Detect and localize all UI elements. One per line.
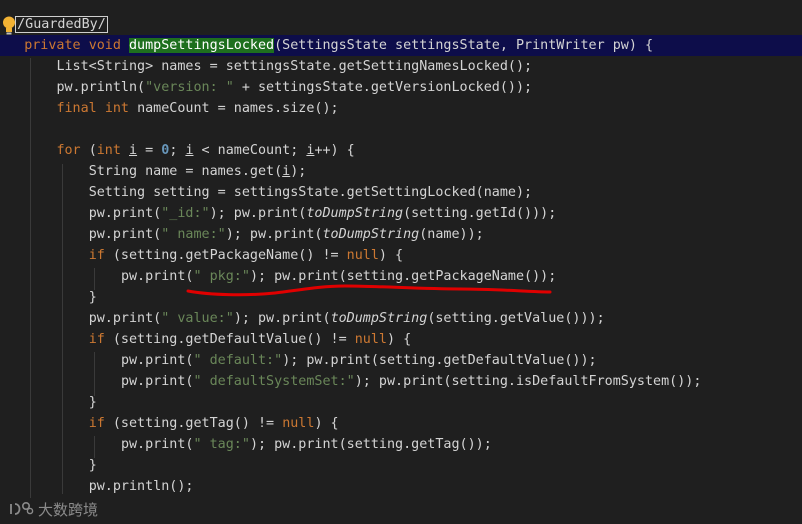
- code-line: }: [0, 287, 802, 308]
- string-literal: "_id:": [161, 206, 210, 221]
- code-text: ); pw.print(: [225, 227, 323, 242]
- code-text: (SettingsState settingsState, PrintWrite…: [274, 38, 654, 53]
- code-line: pw.println("version: " + settingsState.g…: [0, 77, 802, 98]
- static-method: toDumpString: [322, 227, 420, 242]
- code-line: if (setting.getTag() != null) {: [0, 413, 802, 434]
- code-text: pw.print(: [120, 437, 194, 452]
- code-text: pw.println(: [56, 80, 146, 95]
- code-text: (setting.getId()));: [403, 206, 557, 221]
- keyword: private: [24, 38, 89, 53]
- code-text: =: [137, 143, 162, 158]
- code-line: /GuardedBy/: [0, 14, 802, 35]
- string-literal: " value:": [161, 311, 234, 326]
- code-text: pw.print(: [88, 311, 162, 326]
- variable: i: [129, 143, 138, 158]
- code-text: ); pw.print(setting.getTag());: [249, 437, 492, 452]
- keyword: null: [282, 416, 315, 431]
- code-line: pw.print(" name:"); pw.print(toDumpStrin…: [0, 224, 802, 245]
- static-method: toDumpString: [330, 311, 428, 326]
- code-text: String name = names.get(: [88, 164, 283, 179]
- string-literal: " defaultSystemSet:": [193, 374, 355, 389]
- code-text: (name));: [419, 227, 484, 242]
- string-literal: " default:": [193, 353, 283, 368]
- code-text: ); pw.print(setting.getDefaultValue());: [282, 353, 597, 368]
- code-line: pw.print(" pkg:"); pw.print(setting.getP…: [0, 266, 802, 287]
- code-line: final int nameCount = names.size();: [0, 98, 802, 119]
- code-text: ++) {: [314, 143, 355, 158]
- code-line: List<String> names = settingsState.getSe…: [0, 56, 802, 77]
- keyword: if: [88, 248, 113, 263]
- code-text: ;: [169, 143, 186, 158]
- keyword: null: [346, 248, 379, 263]
- code-line: pw.println();: [0, 476, 802, 497]
- code-text: ) {: [314, 416, 339, 431]
- code-text: ) {: [378, 248, 404, 263]
- code-line-current: private void dumpSettingsLocked(Settings…: [0, 35, 802, 56]
- code-text: ); pw.print(: [233, 311, 331, 326]
- watermark: 大数跨境: [8, 498, 98, 520]
- code-line: pw.print(" default:"); pw.print(setting.…: [0, 350, 802, 371]
- keyword: int: [104, 101, 138, 116]
- keyword: null: [354, 332, 387, 347]
- keyword: if: [88, 416, 113, 431]
- code-text: ); pw.print(setting.isDefaultFromSystem(…: [354, 374, 702, 389]
- code-line: }: [0, 392, 802, 413]
- code-text: }: [88, 290, 97, 305]
- code-text: pw.print(: [120, 353, 194, 368]
- keyword: void: [88, 38, 129, 53]
- code-text: (setting.getDefaultValue() !=: [112, 332, 355, 347]
- annotation: /GuardedBy/: [15, 16, 108, 33]
- code-text: (setting.getTag() !=: [112, 416, 283, 431]
- method-name[interactable]: dumpSettingsLocked: [129, 38, 275, 53]
- code-line: for (int i = 0; i < nameCount; i++) {: [0, 140, 802, 161]
- code-text: ); pw.print(: [209, 206, 307, 221]
- code-text: (setting.getValue()));: [427, 311, 605, 326]
- code-text: pw.print(: [120, 374, 194, 389]
- code-text: Setting setting = settingsState.getSetti…: [88, 185, 533, 200]
- code-line: if (setting.getDefaultValue() != null) {: [0, 329, 802, 350]
- string-literal: " pkg:": [193, 269, 250, 284]
- code-text: (setting.getPackageName() !=: [112, 248, 347, 263]
- string-literal: " tag:": [193, 437, 250, 452]
- code-text: ); pw.print(setting.getPackageName());: [249, 269, 557, 284]
- watermark-text: 大数跨境: [38, 500, 99, 519]
- code-text: pw.print(: [88, 206, 162, 221]
- code-line: pw.print("_id:"); pw.print(toDumpString(…: [0, 203, 802, 224]
- variable: i: [185, 143, 194, 158]
- code-text: pw.print(: [88, 227, 162, 242]
- code-line: Setting setting = settingsState.getSetti…: [0, 182, 802, 203]
- code-line: pw.print(" defaultSystemSet:"); pw.print…: [0, 371, 802, 392]
- code-line: pw.print(" tag:"); pw.print(setting.getT…: [0, 434, 802, 455]
- code-text: nameCount = names.size();: [137, 101, 339, 116]
- code-text: );: [290, 164, 307, 179]
- static-method: toDumpString: [306, 206, 404, 221]
- keyword: int: [96, 143, 129, 158]
- keyword: for: [56, 143, 89, 158]
- string-literal: " name:": [161, 227, 226, 242]
- keyword: if: [88, 332, 113, 347]
- keyword: final: [56, 101, 105, 116]
- code-text: }: [88, 458, 97, 473]
- code-text: pw.print(: [120, 269, 194, 284]
- code-line: }: [0, 455, 802, 476]
- code-text: List<String> names = settingsState.getSe…: [56, 59, 533, 74]
- string-literal: "version: ": [145, 80, 234, 95]
- code-text: }: [88, 395, 97, 410]
- code-line: pw.print(" value:"); pw.print(toDumpStri…: [0, 308, 802, 329]
- code-text: (: [88, 143, 97, 158]
- code-text: ) {: [386, 332, 412, 347]
- code-text: < nameCount;: [193, 143, 307, 158]
- code-text: pw.println();: [88, 479, 194, 494]
- code-line: if (setting.getPackageName() != null) {: [0, 245, 802, 266]
- code-line: String name = names.get(i);: [0, 161, 802, 182]
- code-text: + settingsState.getVersionLocked());: [233, 80, 533, 95]
- logo-icon: [10, 501, 34, 515]
